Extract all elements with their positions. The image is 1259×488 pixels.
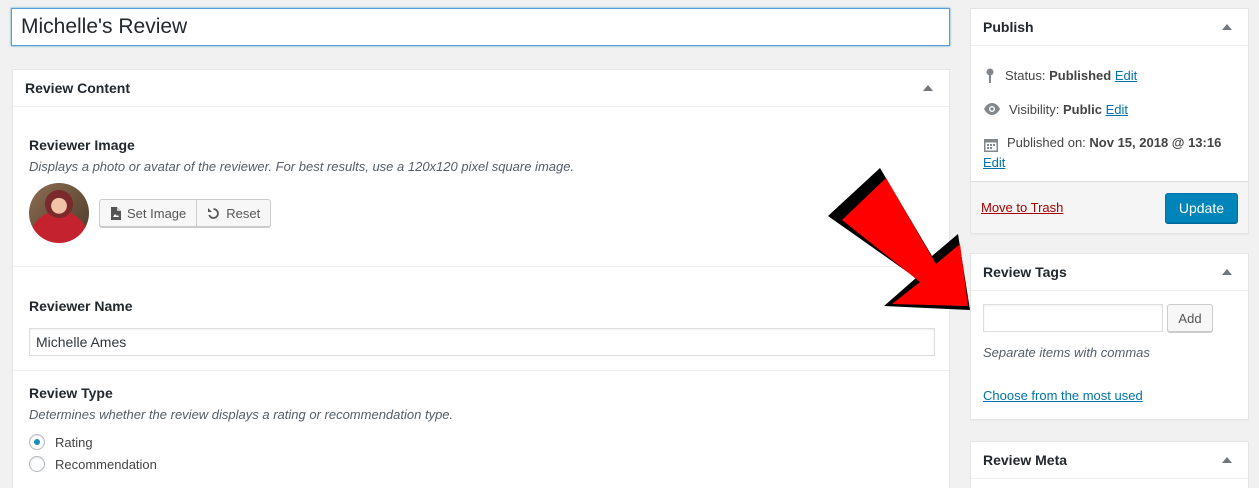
post-title-input[interactable]: Michelle's Review <box>11 8 950 46</box>
review-content-box: Review Content Reviewer Image Displays a… <box>12 69 950 488</box>
reviewer-image-description: Displays a photo or avatar of the review… <box>29 159 575 174</box>
visibility-row: Visibility: Public Edit <box>971 102 1248 117</box>
visibility-label: Visibility: <box>1009 102 1060 117</box>
reviewer-image-label: Reviewer Image <box>29 137 135 153</box>
recommendation-option[interactable]: Recommendation <box>29 456 933 472</box>
review-meta-box: Review Meta <box>970 441 1249 488</box>
new-tag-input[interactable] <box>983 304 1163 332</box>
review-meta-title: Review Meta <box>983 452 1068 468</box>
reviewer-avatar <box>29 183 89 243</box>
review-meta-header[interactable]: Review Meta <box>971 442 1248 479</box>
update-button[interactable]: Update <box>1164 192 1238 223</box>
toggle-arrow-icon[interactable] <box>1222 269 1232 275</box>
review-content-title: Review Content <box>25 80 131 96</box>
review-type-section: Review Type Determines whether the revie… <box>13 371 949 472</box>
toggle-arrow-icon[interactable] <box>923 85 933 91</box>
review-tags-box: Review Tags Add Separate items with comm… <box>970 253 1249 420</box>
reset-button[interactable]: Reset <box>197 199 272 227</box>
set-image-button[interactable]: Set Image <box>99 199 198 227</box>
tags-hint: Separate items with commas <box>983 345 1150 360</box>
published-on-label: Published on: <box>1007 135 1086 150</box>
publish-title: Publish <box>983 19 1034 35</box>
visibility-value: Public <box>1062 102 1102 117</box>
publish-header[interactable]: Publish <box>971 9 1248 46</box>
reviewer-name-section: Reviewer Name Michelle Ames <box>13 267 949 371</box>
undo-icon <box>208 207 220 219</box>
publish-box: Publish Status: Published Edit Visibilit… <box>970 8 1249 234</box>
calendar-icon <box>984 139 998 152</box>
toggle-arrow-icon[interactable] <box>1222 457 1232 463</box>
recommendation-radio[interactable] <box>29 456 45 472</box>
reset-label: Reset <box>226 205 261 221</box>
status-label: Status: <box>1005 68 1046 83</box>
rating-radio[interactable] <box>29 434 45 450</box>
published-on-row: Published on: Nov 15, 2018 @ 13:16 Edit <box>971 135 1248 173</box>
eye-icon <box>984 103 1000 115</box>
publish-actions: Move to Trash Update <box>971 181 1248 233</box>
review-tags-title: Review Tags <box>983 264 1067 280</box>
add-tag-button[interactable]: Add <box>1167 304 1213 332</box>
review-type-description: Determines whether the review displays a… <box>29 407 454 422</box>
published-on-value: Nov 15, 2018 @ 13:16 <box>1089 135 1222 150</box>
choose-most-used-link[interactable]: Choose from the most used <box>983 388 1143 403</box>
reviewer-name-label: Reviewer Name <box>29 298 133 314</box>
review-tags-header[interactable]: Review Tags <box>971 254 1248 291</box>
edit-visibility-link[interactable]: Edit <box>1106 102 1128 117</box>
toggle-arrow-icon[interactable] <box>1222 24 1232 30</box>
pin-icon <box>986 68 994 83</box>
set-image-label: Set Image <box>127 205 187 221</box>
reviewer-image-section: Reviewer Image Displays a photo or avata… <box>13 107 949 267</box>
review-content-header[interactable]: Review Content <box>13 70 949 107</box>
review-type-label: Review Type <box>29 385 113 401</box>
rating-option[interactable]: Rating <box>29 434 933 450</box>
reviewer-name-input[interactable]: Michelle Ames <box>29 328 935 356</box>
annotation-arrow-icon <box>828 168 970 310</box>
move-to-trash-link[interactable]: Move to Trash <box>981 200 1063 215</box>
edit-status-link[interactable]: Edit <box>1115 68 1137 83</box>
rating-option-label: Rating <box>55 434 93 450</box>
recommendation-option-label: Recommendation <box>55 456 157 472</box>
edit-date-link[interactable]: Edit <box>983 155 1005 170</box>
status-value: Published <box>1049 68 1112 83</box>
status-row: Status: Published Edit <box>971 68 1248 84</box>
image-file-icon <box>111 206 121 220</box>
